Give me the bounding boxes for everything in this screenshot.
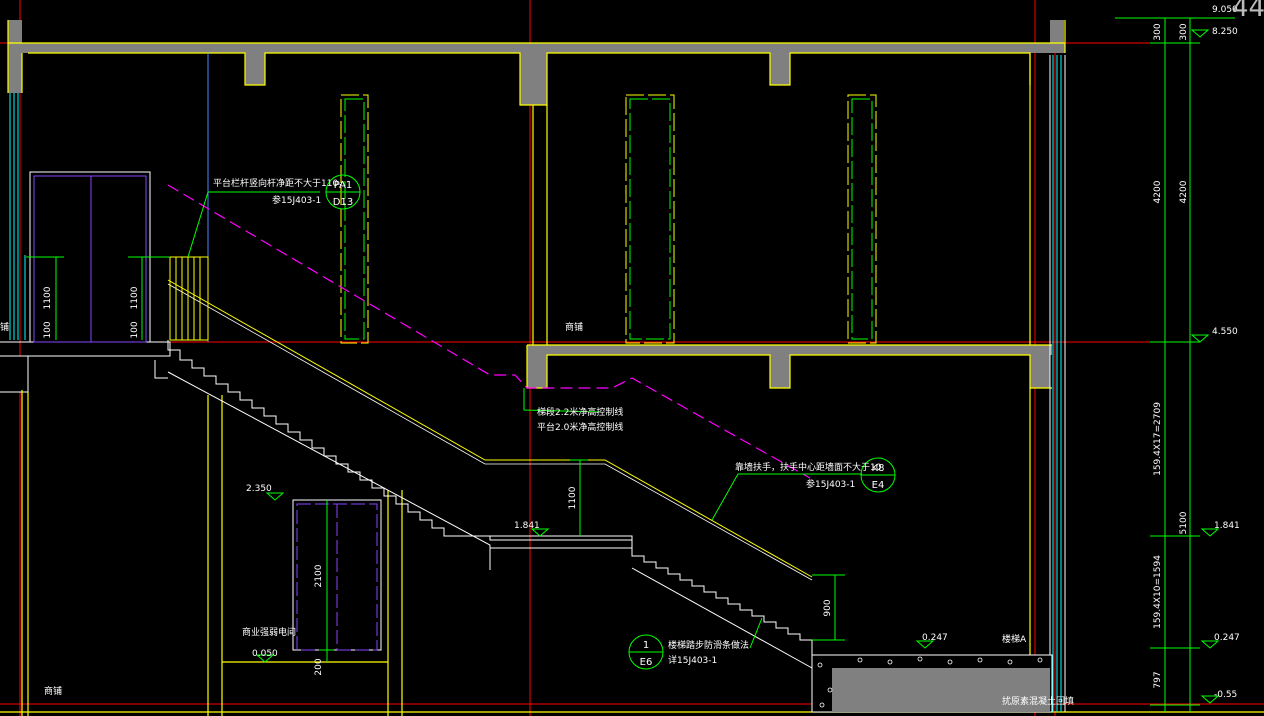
dim-right-300-a: 300: [1153, 23, 1163, 40]
dim-right-300-b: 300: [1179, 23, 1189, 40]
clearance-note-1: 梯段2.2米净高控制线: [537, 406, 623, 418]
handrail-note: 靠墙扶手，扶手中心距墙面不大于10: [735, 461, 882, 473]
nosing-note: 楼梯踏步防滑条做法: [668, 639, 749, 651]
level-top-b: 8.250: [1212, 27, 1238, 37]
annotations: 平台栏杆竖向杆净距不大于110， 参15J403-1 PA1 D13 梯段2.2…: [0, 5, 1240, 707]
dim-right-flight-lower: 159.4X10=1594: [1153, 555, 1163, 629]
bubble-1-bottom: E6: [640, 657, 653, 668]
level-under-stair: 2.350: [246, 484, 272, 494]
dim-rail-1100-left: 1100: [43, 286, 53, 309]
shop-lower: 商铺: [44, 685, 62, 697]
weak-room: 商业强弱电间: [242, 626, 296, 638]
dim-door-200: 200: [314, 658, 324, 675]
right-facade: [1049, 55, 1066, 712]
dim-rail-100-mid: 100: [130, 321, 140, 338]
level-bottom: -0.55: [1214, 690, 1237, 700]
pile-note: 扰原素混凝土回填: [1002, 695, 1074, 707]
level-landing: 1.841: [1214, 521, 1240, 531]
axis-lines: [0, 0, 1264, 716]
bubble-pa1-top: PA1: [334, 180, 353, 191]
handrail-ref: 参15J403-1: [806, 478, 855, 490]
roof-slab: [7, 20, 1066, 106]
level-room-floor: 0.050: [252, 649, 278, 659]
corner-badge: 44: [1232, 0, 1264, 23]
bubble-pa1-bottom: D13: [333, 197, 353, 208]
walls: [0, 53, 1264, 716]
bubble-k8-bottom: E4: [872, 480, 885, 491]
dim-door-2100: 2100: [314, 564, 324, 587]
dim-right-flight-upper: 159.4X17=2709: [1153, 402, 1163, 476]
dim-right-5100: 5100: [1179, 511, 1189, 534]
lower-door: [292, 499, 382, 651]
dim-right-797: 797: [1153, 671, 1163, 688]
windows: [340, 94, 877, 344]
level-markers: [255, 29, 1220, 704]
bubble-k8-top: K8: [872, 463, 885, 474]
dim-rail-900: 900: [823, 599, 833, 616]
dim-right-4200-a: 4200: [1153, 180, 1163, 203]
dim-rail-1100-mid: 1100: [130, 286, 140, 309]
left-facade: [9, 93, 26, 340]
dim-right-4200-b: 4200: [1179, 180, 1189, 203]
clearance-note-2: 平台2.0米净高控制线: [537, 421, 623, 433]
bubble-1-top: 1: [643, 640, 649, 651]
level-landing-inline: 1.841: [514, 521, 540, 531]
platform-ref: 参15J403-1: [272, 194, 321, 206]
dim-rail-100-left: 100: [43, 321, 53, 338]
left-clip-label: 铺: [0, 321, 9, 333]
level-ground-mid: 0.247: [922, 633, 948, 643]
shop-upper: 商铺: [565, 321, 583, 333]
nosing-ref: 详15J403-1: [668, 654, 717, 666]
clearance-line: [167, 184, 811, 479]
level-floor2: 4.550: [1212, 327, 1238, 337]
dim-rail-1100-stair: 1100: [568, 486, 578, 509]
stair-section-drawing: 平台栏杆竖向杆净距不大于110， 参15J403-1 PA1 D13 梯段2.2…: [0, 0, 1264, 716]
platform-note: 平台栏杆竖向杆净距不大于110，: [213, 177, 347, 189]
floor-slab: [0, 341, 1052, 393]
stair-a: 楼梯A: [1002, 633, 1027, 645]
level-ground-right: 0.247: [1214, 633, 1240, 643]
stair: [154, 256, 813, 669]
